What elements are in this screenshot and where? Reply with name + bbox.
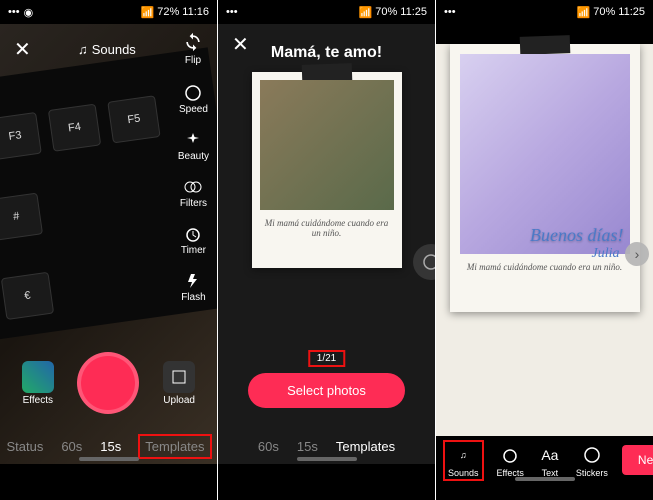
stickers-tool[interactable]: Stickers xyxy=(576,443,608,478)
nav-templates[interactable]: Templates xyxy=(336,439,395,454)
close-button[interactable]: ✕ xyxy=(14,37,31,62)
beauty-button[interactable]: Beauty xyxy=(178,131,209,162)
speed-button[interactable]: Speed xyxy=(178,84,209,115)
next-arrow-button[interactable]: › xyxy=(625,242,649,266)
effects-tool[interactable]: Effects xyxy=(497,443,524,478)
polaroid-frame: Mi mamá cuidándome cuando era un niño. xyxy=(252,72,402,268)
next-template-button[interactable] xyxy=(413,244,435,280)
nav-status[interactable]: Status xyxy=(6,439,43,454)
dots-icon: ••• xyxy=(8,6,20,19)
upload-button[interactable]: Upload xyxy=(163,361,195,406)
flash-button[interactable]: Flash xyxy=(178,272,209,303)
sounds-tool[interactable]: ♫Sounds xyxy=(444,441,483,480)
page-counter: 1/21 xyxy=(309,351,344,366)
nav-60s[interactable]: 60s xyxy=(61,439,82,454)
sounds-button[interactable]: ♫ Sounds xyxy=(78,42,136,57)
overlay-text-1: Buenos días! xyxy=(530,225,624,246)
result-photo: Buenos días! Julia xyxy=(460,54,630,254)
nav-15s[interactable]: 15s xyxy=(100,439,121,454)
effects-button[interactable]: Effects xyxy=(22,361,54,406)
polaroid-frame: Buenos días! Julia Mi mamá cuidándome cu… xyxy=(450,44,640,312)
text-tool[interactable]: AaText xyxy=(538,443,562,478)
tape-graphic xyxy=(519,35,570,55)
select-photos-button[interactable]: Select photos xyxy=(248,373,405,408)
nav-handle xyxy=(515,477,575,481)
timer-button[interactable]: Timer xyxy=(178,225,209,256)
overlay-text-2: Julia xyxy=(592,246,620,262)
polaroid-caption: Mi mamá cuidándome cuando era un niño. xyxy=(460,262,630,272)
status-bar: ••• 📶 70% 11:25 xyxy=(436,0,653,24)
nav-templates[interactable]: Templates xyxy=(139,435,210,458)
messenger-icon: ◉ xyxy=(24,6,34,19)
time-label: 11:16 xyxy=(182,6,209,18)
status-bar: ••• ◉ 📶 72% 11:16 xyxy=(0,0,217,24)
polaroid-caption: Mi mamá cuidándome cuando era un niño. xyxy=(260,218,394,238)
record-button[interactable] xyxy=(77,352,139,414)
nav-60s[interactable]: 60s xyxy=(258,439,279,454)
nav-handle xyxy=(79,457,139,461)
nav-15s[interactable]: 15s xyxy=(297,439,318,454)
close-button[interactable]: ✕ xyxy=(232,32,249,57)
nav-handle xyxy=(297,457,357,461)
filters-button[interactable]: Filters xyxy=(178,178,209,209)
flip-button[interactable]: Flip xyxy=(183,32,203,66)
battery-label: 72% xyxy=(157,6,179,18)
template-photo xyxy=(260,80,394,210)
next-button[interactable]: Next xyxy=(622,445,653,475)
signal-icon: 📶 xyxy=(141,6,155,19)
status-bar: ••• 📶 70% 11:25 xyxy=(218,0,435,24)
